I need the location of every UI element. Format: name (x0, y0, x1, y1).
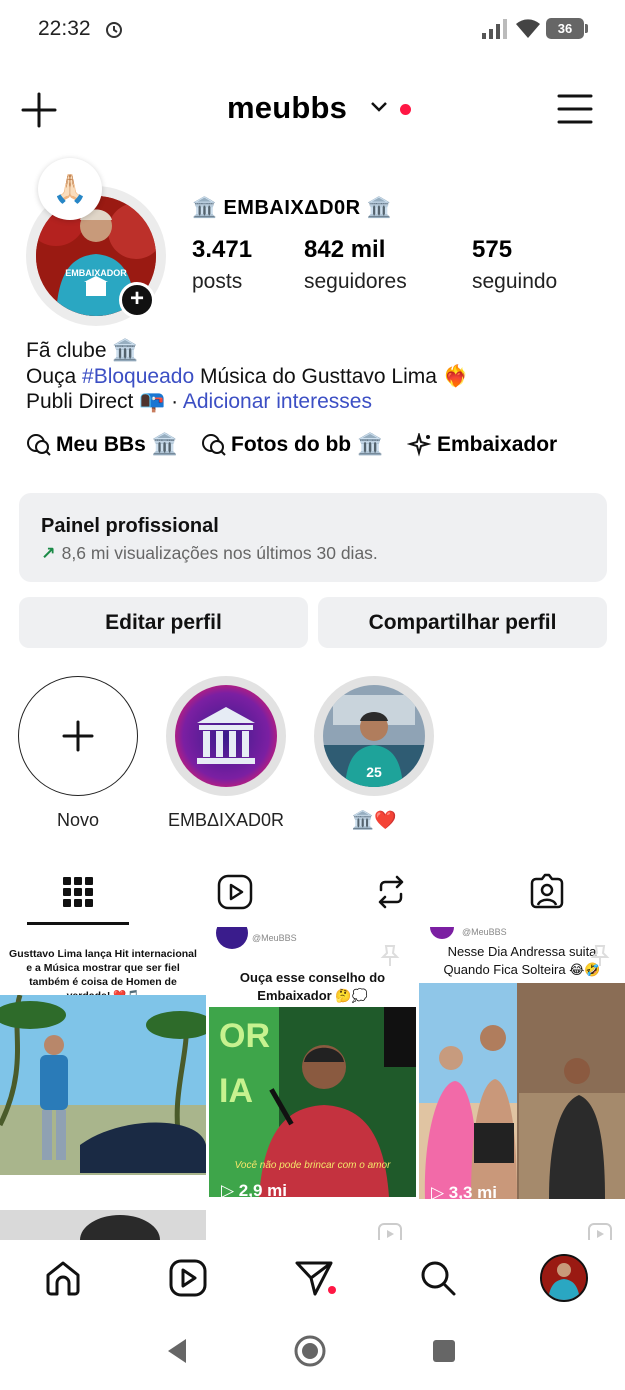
home-button-icon[interactable] (293, 1334, 327, 1368)
pin-icon (380, 945, 400, 966)
threads-chat-icon (27, 434, 51, 457)
stat-following-value: 575 (472, 236, 513, 263)
highlight-cover: 25 (323, 685, 425, 787)
signal-icon (482, 19, 507, 39)
profile-note-bubble[interactable]: 🙏🏻 (38, 158, 102, 220)
notification-dot (328, 1286, 336, 1294)
grid-post-5[interactable] (209, 1210, 416, 1240)
grid-post-1[interactable]: Gusttavo Lima lança Hit internacional e … (0, 927, 206, 1199)
panel-subtitle: ↗ 8,6 mi visualizações nos últimos 30 dia… (41, 543, 378, 563)
active-tab-indicator (27, 922, 129, 925)
panel-title: Painel profissional (41, 515, 219, 537)
channel-avatar (430, 927, 454, 939)
grid-post-6[interactable] (419, 1210, 625, 1240)
recents-icon[interactable] (431, 1338, 457, 1364)
link-meu-bbs[interactable]: Meu BBs 🏛️ (26, 433, 178, 457)
stat-followers-value: 842 mil (304, 236, 386, 263)
system-navigation-bar (0, 1316, 625, 1390)
highlight-heart[interactable]: 25 🏛️❤️ (313, 676, 435, 831)
reposts-icon (378, 875, 404, 909)
reel-badge-icon (378, 1223, 402, 1240)
stat-following[interactable]: 575 seguindo (472, 236, 557, 294)
channel-avatar (216, 927, 248, 949)
hamburger-menu-icon[interactable] (556, 92, 594, 126)
highlight-label: EMBΔIXAD0R (167, 810, 285, 830)
bio-line-3: Publi Direct 📭 · Adicionar interesses (26, 390, 372, 413)
wifi-icon (516, 19, 540, 38)
clock: 22:32 (38, 17, 91, 40)
status-bar: 22:32 36 (0, 0, 625, 62)
hashtag-link[interactable]: #Bloqueado (82, 365, 194, 388)
post-views: ▷ 3,3 mi (431, 1183, 497, 1199)
stat-following-label: seguindo (472, 270, 558, 293)
sparkle-link-icon (407, 433, 432, 458)
bio-line-1: Fã clube 🏛️ (26, 339, 139, 362)
svg-text:IA: IA (219, 1072, 253, 1110)
reel-badge-icon (588, 1223, 612, 1240)
stat-followers-label: seguidores (304, 270, 407, 293)
professional-dashboard-card[interactable]: Painel profissional ↗ 8,6 mi visualizaçõe… (19, 493, 607, 582)
tab-reels[interactable] (157, 865, 313, 927)
link-embaixador[interactable]: Embaixador (407, 433, 557, 458)
bottom-navigation (0, 1240, 625, 1316)
profile-bio: Fã clube 🏛️ Ouça #Bloqueado Música do Gu… (26, 338, 469, 415)
highlight-label: Novo (56, 810, 100, 830)
edit-profile-button[interactable]: Editar perfil (19, 597, 308, 648)
grid-post-2[interactable]: @MeuBBS Ouça esse conselho do Embaixador… (209, 927, 416, 1197)
unread-dot (400, 104, 411, 115)
highlight-new[interactable]: Novo (17, 676, 139, 831)
stat-posts-value: 3.471 (192, 236, 253, 263)
stat-followers[interactable]: 842 mil seguidores (304, 236, 407, 294)
tab-reposts[interactable] (313, 865, 469, 927)
post-image (0, 995, 206, 1175)
stat-posts[interactable]: 3.471 posts (192, 236, 252, 294)
grid-icon (63, 877, 93, 907)
add-story-badge[interactable]: + (119, 282, 155, 318)
post-handle: @MeuBBS (462, 927, 507, 937)
alarm-icon (106, 22, 122, 38)
post-subtitle: Você não pode brincar com o amor (234, 1160, 391, 1171)
profile-top-bar: meubbs (0, 80, 625, 140)
share-profile-button[interactable]: Compartilhar perfil (318, 597, 607, 648)
post-views: ▷ 2,9 mi (221, 1181, 287, 1197)
search-icon[interactable] (418, 1258, 458, 1298)
battery-indicator: 36 (546, 18, 588, 39)
pin-icon (590, 945, 610, 966)
new-highlight-circle[interactable] (18, 676, 138, 796)
post-handle: @MeuBBS (252, 933, 297, 943)
profile-tab-avatar[interactable] (540, 1254, 588, 1302)
reels-icon[interactable] (168, 1258, 208, 1298)
back-icon[interactable] (164, 1336, 190, 1366)
svg-text:25: 25 (366, 764, 382, 780)
stat-posts-label: posts (192, 270, 243, 293)
tab-posts-grid[interactable] (0, 865, 156, 927)
profile-content-tabs (0, 865, 625, 927)
profile-links-row: Meu BBs 🏛️ Fotos do bb 🏛️ Embaixador (26, 433, 625, 463)
add-interests-link[interactable]: Adicionar interesses (183, 390, 372, 413)
posts-grid: Gusttavo Lima lança Hit internacional e … (0, 927, 625, 1240)
chevron-down-icon[interactable] (370, 100, 388, 114)
svg-text:OR: OR (219, 1017, 270, 1055)
grid-post-4[interactable] (0, 1210, 206, 1240)
grid-post-3[interactable]: @MeuBBS Nesse Dia Andressa suita Quando … (419, 927, 625, 1199)
trend-up-icon: ↗ (41, 543, 56, 563)
display-name: 🏛️ EMBAIXΔD0R 🏛️ (192, 197, 393, 219)
threads-chat-icon (202, 434, 226, 457)
highlight-embaixador[interactable]: EMBΔIXAD0R (165, 676, 287, 831)
post-caption: Ouça esse conselho do Embaixador 🤔💭 (239, 970, 386, 1003)
account-switcher-username[interactable]: meubbs (227, 90, 347, 126)
create-plus-icon[interactable] (20, 91, 58, 129)
bio-line-2: Ouça #Bloqueado Música do Gusttavo Lima … (26, 364, 469, 388)
post-image (419, 983, 625, 1199)
home-icon[interactable] (43, 1258, 83, 1298)
link-fotos-do-bb[interactable]: Fotos do bb 🏛️ (201, 433, 383, 457)
tab-tagged[interactable] (469, 865, 625, 927)
tagged-icon (530, 873, 564, 909)
reels-icon (217, 874, 253, 910)
highlight-label: 🏛️❤️ (351, 810, 397, 830)
highlight-cover (175, 685, 277, 787)
